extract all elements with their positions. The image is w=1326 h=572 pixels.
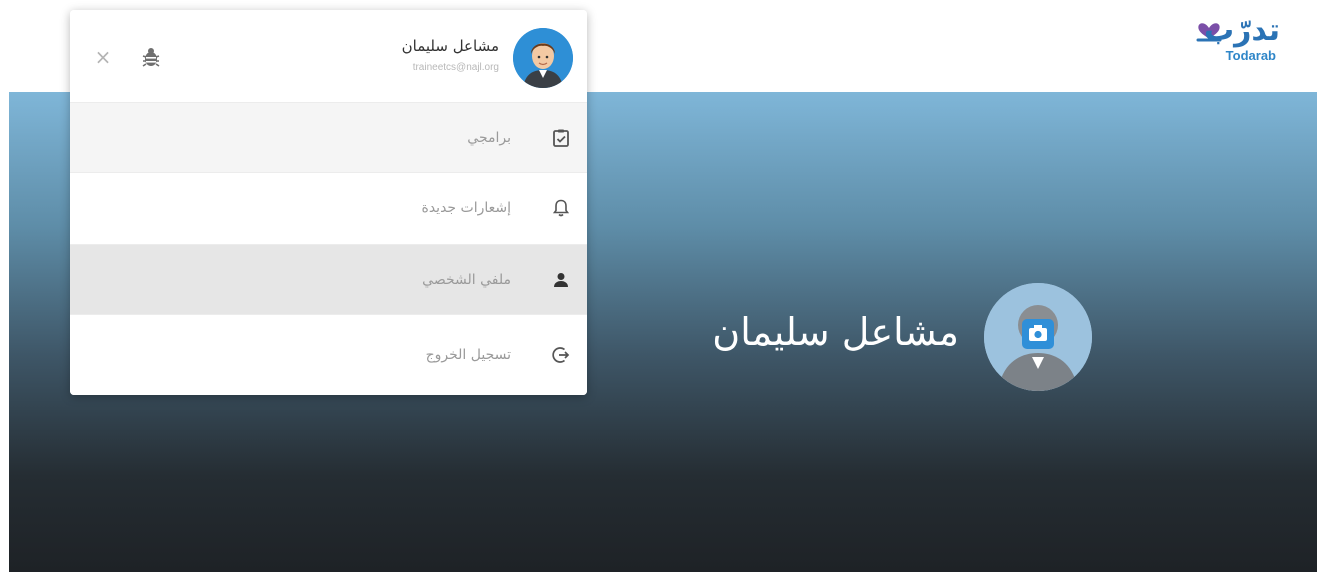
clipboard-check-icon <box>553 129 569 147</box>
brand-logo[interactable]: تدرّب Todarab <box>1192 10 1282 80</box>
menu-item-label: برامجي <box>467 129 511 146</box>
user-avatar-icon <box>513 28 573 88</box>
user-name: مشاعل سليمان <box>401 37 499 55</box>
menu-item-my-programs[interactable]: برامجي <box>70 102 587 172</box>
user-email: traineetcs@najl.org <box>412 62 499 73</box>
person-icon <box>554 272 568 287</box>
profile-avatar[interactable] <box>984 283 1092 391</box>
menu-item-label: ملفي الشخصي <box>422 271 511 288</box>
profile-name: مشاعل سليمان <box>712 310 959 354</box>
close-button[interactable]: × <box>92 46 114 68</box>
logo-english-text: Todarab <box>1225 48 1276 63</box>
logo-arabic-text: تدرّب <box>1203 13 1280 48</box>
menu-item-label: تسجيل الخروج <box>425 347 511 363</box>
user-avatar[interactable] <box>513 28 573 88</box>
user-menu-dropdown: × مشاعل سليمان traineetcs@najl.org برامج <box>70 10 587 395</box>
user-menu-header: × مشاعل سليمان traineetcs@najl.org <box>70 10 587 102</box>
menu-item-my-profile[interactable]: ملفي الشخصي <box>70 244 587 314</box>
camera-icon[interactable] <box>1022 319 1054 349</box>
bug-report-icon[interactable] <box>140 46 162 68</box>
menu-item-new-notifications[interactable]: إشعارات جديدة <box>70 172 587 242</box>
menu-item-logout[interactable]: تسجيل الخروج <box>70 314 587 395</box>
bell-icon <box>552 199 570 216</box>
menu-item-label: إشعارات جديدة <box>421 199 511 216</box>
logout-icon <box>552 347 570 363</box>
